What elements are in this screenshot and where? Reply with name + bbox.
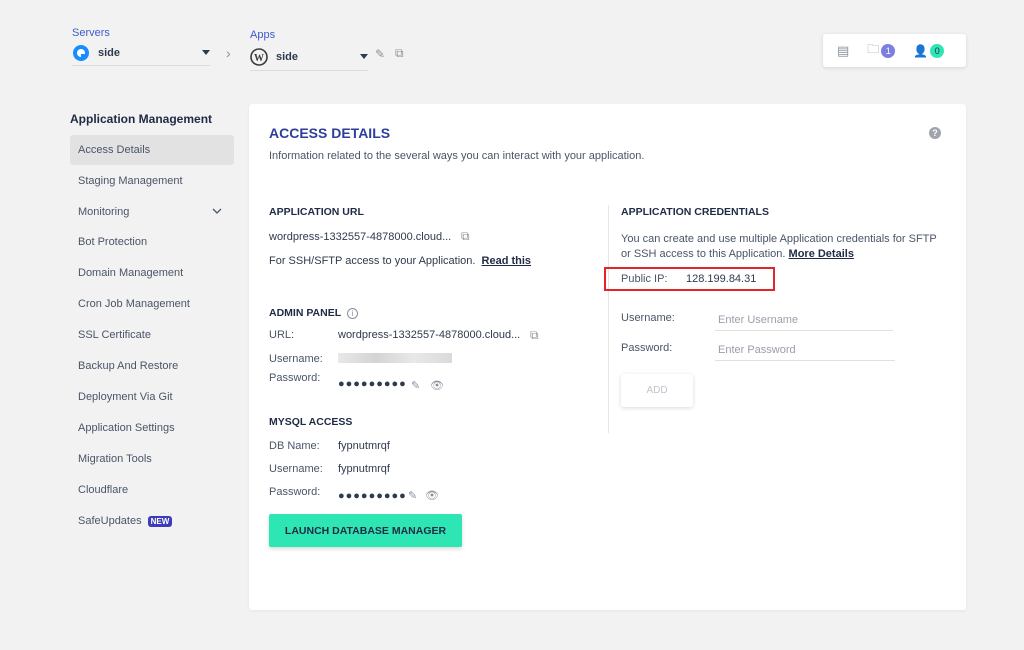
password-placeholder: Enter Password [718,343,796,356]
external-link-icon[interactable]: ⧉ [530,328,539,343]
username-placeholder: Enter Username [718,313,799,326]
ssh-note-text: For SSH/SFTP access to your Application. [269,255,476,267]
page-subtitle: Information related to the several ways … [269,150,645,162]
cred-password-label: Password: [621,342,673,354]
sidebar-item-label: Access Details [78,144,151,156]
admin-panel-title-text: ADMIN PANEL [269,307,341,319]
credentials-desc-line1: You can create and use multiple Applicat… [621,233,937,245]
sidebar-item-deployment-via-git[interactable]: Deployment Via Git [70,382,234,412]
new-badge: NEW [147,515,173,527]
sidebar-item-cron-job-management[interactable]: Cron Job Management [70,289,234,319]
server-name: side [98,46,121,59]
credentials-desc-line2: or SSH access to this Application. [621,248,786,260]
admin-username-label: Username: [269,353,323,365]
apps-label: Apps [250,29,276,41]
sidebar-item-migration-tools[interactable]: Migration Tools [70,444,234,474]
edit-icon[interactable]: ✎ [411,379,420,392]
sidebar-item-backup-and-restore[interactable]: Backup And Restore [70,351,234,381]
chevron-right-icon: › [226,45,231,61]
sidebar-item-label: Backup And Restore [78,360,179,372]
caret-down-icon [360,54,368,59]
sidebar-item-staging-management[interactable]: Staging Management [70,166,234,196]
sidebar-item-label: Deployment Via Git [78,391,173,403]
users-button[interactable]: 👤 0 [913,43,945,58]
chevron-down-icon [212,208,222,214]
sidebar-item-label: SSL Certificate [78,329,151,341]
public-ip-value: 128.199.84.31 [686,273,757,285]
wordpress-icon: W [250,47,268,66]
sidebar-item-cloudflare[interactable]: Cloudflare [70,475,234,505]
sidebar-item-safeupdates[interactable]: SafeUpdates NEW [70,506,234,536]
sidebar-title: Application Management [70,112,213,126]
eye-icon[interactable]: 👁 [430,379,444,392]
files-button[interactable]: 🗀 1 [867,40,896,61]
ssh-note: For SSH/SFTP access to your Application.… [269,255,531,267]
more-details-link[interactable]: More Details [789,248,854,260]
app-selector[interactable]: W side [250,43,368,71]
application-url-title: APPLICATION URL [269,206,364,218]
users-count-badge: 0 [930,43,945,58]
folder-count-badge: 1 [881,43,896,58]
application-credentials-title: APPLICATION CREDENTIALS [621,206,769,218]
sidebar-item-domain-management[interactable]: Domain Management [70,258,234,288]
sidebar-item-label: Cloudflare [78,484,129,496]
cred-username-label: Username: [621,312,675,324]
public-ip-label: Public IP: [621,273,668,285]
app-name: side [276,50,299,63]
caret-down-icon [202,50,210,55]
admin-username-redacted [338,353,452,363]
svg-text:W: W [254,53,264,64]
credentials-description: You can create and use multiple Applicat… [621,232,951,262]
sidebar-item-label: Cron Job Management [78,298,190,310]
sidebar-item-label: Domain Management [78,267,184,279]
db-username-label: Username: [269,463,323,475]
db-password-label: Password: [269,486,321,498]
sidebar-item-bot-protection[interactable]: Bot Protection [70,227,234,257]
sidebar-item-label: Migration Tools [78,453,152,465]
sidebar-item-label: Application Settings [78,422,175,434]
sidebar-item-access-details[interactable]: Access Details [70,135,234,165]
sidebar-item-label: Monitoring [78,206,130,218]
server-list-icon[interactable]: ▤ [837,43,849,59]
folder-icon: 🗀 [867,42,880,56]
db-name-value: fypnutmrqf [338,440,390,452]
top-widget: ▤ 🗀 1 👤 0 [823,34,966,67]
external-link-icon[interactable]: ⧉ [395,46,404,61]
edit-icon[interactable]: ✎ [375,47,385,61]
help-icon[interactable]: ? [929,127,941,139]
page-title: ACCESS DETAILS [269,125,391,141]
eye-icon[interactable]: 👁 [425,489,439,502]
column-divider [608,205,609,433]
server-selector[interactable]: side [72,40,210,66]
user-icon: 👤 [913,43,929,58]
sidebar-item-monitoring[interactable]: Monitoring [70,197,234,227]
sidebar-item-label: Staging Management [78,175,183,187]
add-credential-button[interactable]: ADD [621,374,693,407]
application-url-link[interactable]: wordpress-1332557-4878000.cloud... [269,231,451,243]
db-username-value: fypnutmrqf [338,463,390,475]
admin-url-link[interactable]: wordpress-1332557-4878000.cloud... [338,329,520,341]
edit-icon[interactable]: ✎ [408,489,417,502]
sidebar-item-application-settings[interactable]: Application Settings [70,413,234,443]
external-link-icon[interactable]: ⧉ [461,229,470,244]
mysql-access-title: MYSQL ACCESS [269,416,353,428]
admin-url-label: URL: [269,329,295,341]
digitalocean-icon [73,44,89,61]
cred-username-input[interactable]: Enter Username [715,309,893,331]
db-name-label: DB Name: [269,440,320,452]
servers-label: Servers [72,27,110,39]
admin-panel-title: ADMIN PANEL i [269,307,358,319]
launch-database-manager-button[interactable]: LAUNCH DATABASE MANAGER [269,514,462,547]
sidebar-item-label: SafeUpdates [78,515,142,527]
sidebar-item-label: Bot Protection [78,236,148,248]
cred-password-input[interactable]: Enter Password [715,339,895,361]
info-icon[interactable]: i [346,307,358,319]
admin-password-label: Password: [269,372,321,384]
admin-password-value: ●●●●●●●●● [338,378,407,390]
db-password-value: ●●●●●●●●● [338,490,407,502]
sidebar-item-ssl-certificate[interactable]: SSL Certificate [70,320,234,350]
read-this-link[interactable]: Read this [482,255,532,267]
